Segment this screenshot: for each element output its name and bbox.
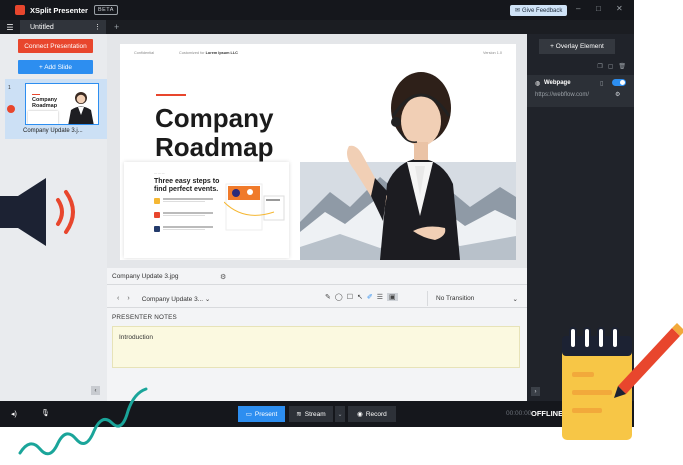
layer-settings-icon[interactable]: ⚙	[615, 91, 620, 98]
notes-text: Introduction	[119, 334, 153, 341]
steps-card: — — — Three easy steps to find perfect e…	[124, 162, 289, 258]
filename-label: Company Update 3.jpg	[112, 273, 179, 280]
stream-button[interactable]: ≋ Stream	[289, 406, 333, 422]
tab-bar: ☰ Untitled ⋮ +	[0, 20, 634, 34]
notepad-icon	[562, 323, 683, 440]
slide-status-icon	[7, 105, 15, 113]
record-icon: ◉	[357, 411, 363, 418]
slide-header-left: Confidential	[134, 51, 155, 55]
display-toggle-icon[interactable]: ▣	[387, 293, 398, 301]
tab-untitled[interactable]: Untitled ⋮	[20, 20, 106, 34]
slide-header-mid: Customized for Lorem Ipsum LLC	[179, 51, 238, 55]
presenter-notes-label: PRESENTER NOTES	[112, 314, 177, 321]
expand-panel-button[interactable]: ›	[531, 387, 540, 396]
monitor-icon: ▭	[245, 411, 252, 418]
beta-badge: BETA	[93, 5, 118, 15]
stream-options-button[interactable]: ⌄	[335, 406, 345, 422]
slide-caption: Company Update 3.j...	[23, 128, 83, 134]
timer: 00:00:00	[506, 410, 532, 417]
transition-label: No Transition	[436, 295, 475, 302]
layer-title: Webpage	[544, 80, 571, 86]
speaker-icon	[0, 178, 75, 246]
trash-icon[interactable]: 🗑	[618, 63, 626, 70]
tab-label: Untitled	[30, 23, 54, 31]
duplicate-icon[interactable]: ❐	[597, 63, 602, 70]
ellipse-tool-icon[interactable]: ◯	[335, 293, 343, 301]
squiggle-decoration	[18, 387, 148, 456]
record-label: Record	[365, 410, 387, 418]
next-slide-button[interactable]: ›	[127, 295, 129, 302]
slide-header: Confidential Customized for Lorem Ipsum …	[134, 51, 502, 55]
wifi-icon: ≋	[296, 411, 302, 418]
main-editor: Confidential Customized for Lorem Ipsum …	[107, 34, 527, 401]
slide-canvas: Confidential Customized for Lorem Ipsum …	[107, 34, 527, 268]
prev-slide-button[interactable]: ‹	[117, 295, 119, 302]
maximize-button[interactable]: □	[596, 4, 601, 13]
drawing-tools: ✎ ◯ ☐ ↖ ✐ ☰ ▣	[325, 293, 398, 301]
slide-thumbnail[interactable]: Company Roadmap	[25, 83, 99, 125]
chevron-down-icon: ⌄	[512, 295, 518, 303]
line-weight-icon[interactable]: ☰	[377, 293, 383, 301]
globe-icon: ◍	[535, 81, 541, 87]
add-slide-button[interactable]: + Add Slide	[18, 60, 93, 74]
minimize-button[interactable]: –	[576, 4, 580, 13]
add-overlay-button[interactable]: + Overlay Element	[539, 39, 615, 54]
present-label: Present	[254, 410, 278, 418]
add-tab-button[interactable]: +	[114, 22, 119, 32]
file-select-dropdown[interactable]: Company Update 3... ⌄	[142, 295, 211, 303]
app-title: XSplit Presenter	[30, 5, 88, 15]
record-button[interactable]: ◉ Record	[348, 406, 396, 422]
hamburger-icon[interactable]: ☰	[0, 23, 20, 32]
gear-icon[interactable]: ⚙	[220, 273, 226, 281]
present-button[interactable]: ▭ Present	[238, 406, 285, 422]
pen-tool-icon[interactable]: ✎	[325, 293, 331, 301]
close-button[interactable]: ✕	[616, 4, 623, 13]
layer-visibility-toggle[interactable]	[612, 79, 626, 86]
connect-presentation-button[interactable]: Connect Presentation	[18, 39, 93, 53]
app-window: XSplit Presenter BETA ✉ Give Feedback – …	[0, 0, 634, 427]
feedback-icon: ✉	[515, 8, 521, 14]
copy-icon[interactable]: ▢	[608, 63, 614, 70]
presenter-notes-input[interactable]: Introduction	[112, 326, 520, 368]
title-accent-line	[156, 94, 186, 96]
thumb-title: Company Roadmap	[32, 97, 58, 109]
file-bar: Company Update 3.jpg	[107, 269, 527, 285]
pointer-tool-icon[interactable]: ↖	[357, 293, 363, 301]
layer-actions: ❐ ▢ 🗑	[597, 63, 626, 70]
slide-preview[interactable]: Confidential Customized for Lorem Ipsum …	[120, 44, 516, 260]
transition-dropdown[interactable]: No Transition ⌄	[427, 291, 522, 306]
rectangle-tool-icon[interactable]: ☐	[347, 293, 353, 301]
highlighter-tool-icon[interactable]: ✐	[367, 293, 373, 301]
give-feedback-button[interactable]: ✉ Give Feedback	[510, 5, 568, 16]
slide-toolbar: ‹ › Company Update 3... ⌄ ✎ ◯ ☐ ↖ ✐ ☰ ▣ …	[107, 290, 527, 308]
presenter-photo	[347, 72, 460, 260]
lock-icon[interactable]: ▯	[600, 80, 603, 87]
stream-label: Stream	[304, 410, 326, 418]
title-bar: XSplit Presenter BETA ✉ Give Feedback – …	[0, 0, 634, 20]
layer-item-webpage[interactable]: ◍ Webpage ▯ https://webflow.com/ ⚙	[527, 75, 634, 107]
xsplit-logo-icon	[15, 5, 25, 15]
feedback-label: Give Feedback	[522, 7, 563, 14]
volume-icon[interactable]: ◂)	[11, 410, 17, 418]
slide-number: 1	[8, 85, 11, 91]
slide-title: Company Roadmap	[155, 103, 274, 162]
slide-header-right: Version 1.0	[483, 51, 502, 55]
layer-url: https://webflow.com/	[535, 92, 590, 98]
card-heading: Three easy steps to find perfect events.	[154, 178, 220, 193]
slide-list-item[interactable]: 1 Company Roadmap Company Update 3.j...	[5, 79, 107, 139]
tab-more-icon[interactable]: ⋮	[94, 23, 101, 31]
